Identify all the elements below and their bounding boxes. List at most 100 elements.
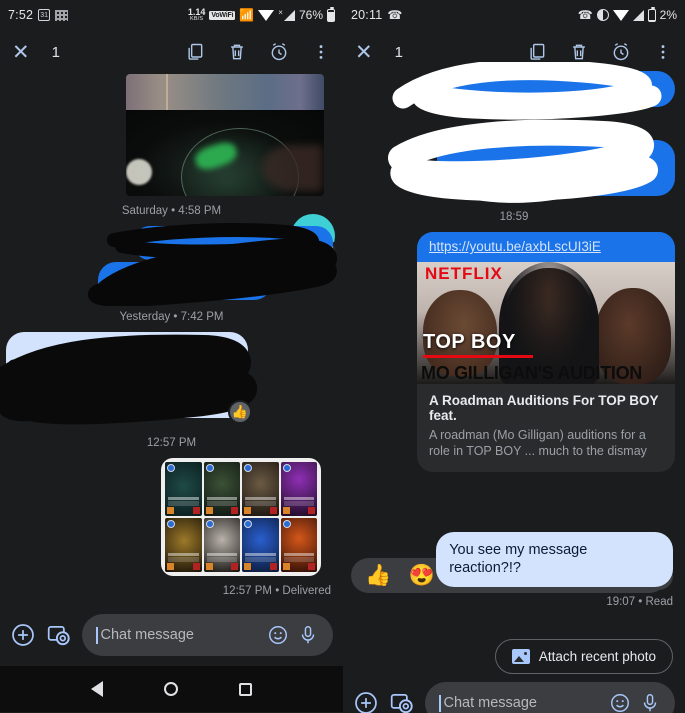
status-time: 20:11 [351, 8, 383, 22]
reaction-heart-eyes-icon[interactable]: 😍 [409, 565, 435, 586]
emoji-icon[interactable] [609, 692, 631, 713]
delete-icon[interactable] [227, 42, 247, 62]
battery-percent: 76% [298, 8, 323, 22]
chat-message-placeholder: Chat message [100, 627, 195, 643]
status-time: 7:52 [8, 8, 34, 22]
thumbs-up-icon: 👍 [231, 404, 249, 419]
wifi-icon [258, 9, 275, 21]
copy-icon[interactable] [185, 42, 205, 62]
redacted-bubble[interactable]: T [98, 262, 272, 300]
message-status-delivered: 12:57 PM • Delivered [222, 585, 331, 597]
card-grid-attachment-row[interactable] [0, 458, 343, 576]
battery-icon [647, 6, 656, 22]
timestamp-yesterday: Yesterday • 7:42 PM [119, 311, 224, 323]
redacted-text-fragment: T [112, 272, 121, 289]
game-card [280, 518, 317, 572]
link-thumbnail: NETFLIX TOP BOY MO GILLIGAN'S AUDITION [417, 262, 675, 384]
suggestion-chip-row[interactable]: Attach recent photo [343, 639, 685, 675]
close-icon[interactable]: ✕ [355, 42, 373, 63]
redacted-bubble-incoming[interactable] [6, 332, 248, 418]
thumbnail-subtitle: MO GILLIGAN'S AUDITION [421, 363, 643, 383]
microphone-icon[interactable] [639, 692, 661, 713]
card-grid-attachment[interactable] [161, 458, 321, 576]
text-caret [439, 694, 441, 712]
call-icon: ☎ [577, 8, 593, 22]
selection-count: 1 [394, 43, 403, 61]
signal-icon [283, 9, 295, 21]
game-card [203, 462, 240, 516]
microphone-icon[interactable] [297, 624, 319, 646]
left-phone-screenshot: 7:52 31 1.14 KB/S VoWiFi 📶 × 76% ✕ 1 Sat… [0, 0, 343, 713]
selection-count: 1 [51, 43, 60, 61]
game-card [242, 462, 279, 516]
vowifi-icon: VoWiFi [209, 10, 236, 20]
calendar-icon: 31 [38, 9, 51, 21]
redacted-bubble[interactable] [133, 226, 333, 260]
grid-icon [55, 9, 69, 21]
right-composer[interactable]: Chat message [343, 674, 685, 713]
emoji-icon[interactable] [267, 624, 289, 646]
signal-x-icon: × [278, 7, 283, 17]
dnd-icon [596, 9, 609, 21]
link-title: A Roadman Auditions For TOP BOY feat. [429, 393, 659, 423]
close-icon[interactable]: ✕ [12, 42, 30, 63]
thumbnail-title: TOP BOY [423, 331, 516, 353]
battery-percent: 2% [659, 8, 677, 22]
recents-icon[interactable] [239, 682, 253, 696]
overflow-menu-icon[interactable] [311, 42, 331, 62]
game-card [165, 518, 202, 572]
camera-gallery-icon[interactable] [46, 622, 72, 648]
data-rate-icon: 1.14 KB/S [187, 6, 206, 22]
chat-message-placeholder: Chat message [443, 695, 538, 712]
message-reaction-badge[interactable]: 👍 [228, 400, 252, 424]
redacted-bubble[interactable] [436, 140, 675, 196]
right-message-thread[interactable]: 18:59 https://youtu.be/axbLscUI3iE NETFL… [343, 62, 685, 675]
screenshot-comparison: 7:52 31 1.14 KB/S VoWiFi 📶 × 76% ✕ 1 Sat… [0, 0, 685, 713]
photo-icon [511, 649, 530, 665]
link-preview-row[interactable]: https://youtu.be/axbLscUI3iE NETFLIX TOP… [343, 232, 685, 472]
snooze-icon[interactable] [269, 42, 289, 62]
home-icon[interactable] [163, 682, 178, 696]
copy-icon[interactable] [527, 42, 547, 62]
game-card [242, 518, 279, 572]
right-selection-toolbar: ✕ 1 [343, 30, 685, 74]
netflix-logo: NETFLIX [425, 264, 503, 283]
battery-icon [327, 6, 335, 22]
reaction-thumbs-up-icon[interactable]: 👍 [365, 565, 391, 586]
add-attachment-icon[interactable] [10, 622, 36, 648]
left-composer[interactable]: Chat message [0, 606, 343, 666]
link-url[interactable]: https://youtu.be/axbLscUI3iE [417, 232, 675, 262]
back-icon[interactable] [90, 681, 103, 697]
attach-recent-photo-label: Attach recent photo [538, 649, 656, 665]
game-card [165, 462, 202, 516]
right-phone-screenshot: 20:11 ☎ ☎ 2% ✕ 1 18:59 https://youtu.be/… [343, 0, 685, 713]
overflow-menu-icon[interactable] [653, 42, 673, 62]
message-bubble[interactable]: You see my message reaction?!? [436, 531, 673, 588]
timestamp-1859: 18:59 [499, 211, 529, 223]
signal-icon [632, 9, 644, 21]
chat-message-input[interactable]: Chat message [82, 614, 333, 656]
left-status-bar: 7:52 31 1.14 KB/S VoWiFi 📶 × 76% [0, 0, 343, 30]
link-preview-card[interactable]: https://youtu.be/axbLscUI3iE NETFLIX TOP… [417, 232, 675, 472]
wifi-icon [612, 9, 629, 21]
attach-recent-photo-button[interactable]: Attach recent photo [494, 639, 673, 675]
snooze-icon[interactable] [611, 42, 631, 62]
text-caret [96, 626, 98, 644]
message-status-read: 19:07 • Read [606, 596, 673, 609]
add-attachment-icon[interactable] [353, 690, 379, 713]
left-message-thread[interactable]: N ☎ Saturday • 4:58 PM T [0, 74, 343, 597]
right-status-bar: 20:11 ☎ ☎ 2% [343, 0, 685, 30]
vibrate-icon: 📶 [239, 8, 255, 22]
chat-message-input[interactable]: Chat message [425, 682, 675, 713]
left-selection-toolbar: ✕ 1 [0, 30, 343, 74]
delete-icon[interactable] [569, 42, 589, 62]
redacted-bubble[interactable] [436, 71, 675, 107]
left-navigation-bar[interactable] [0, 666, 343, 712]
game-card [280, 462, 317, 516]
camera-gallery-icon[interactable] [389, 690, 415, 713]
game-card [203, 518, 240, 572]
link-description: A roadman (Mo Gilligan) auditions for a … [429, 428, 647, 459]
timestamp-1257: 12:57 PM [146, 437, 197, 449]
image-attachment[interactable] [126, 74, 324, 196]
missed-call-icon: ☎ [387, 8, 403, 22]
